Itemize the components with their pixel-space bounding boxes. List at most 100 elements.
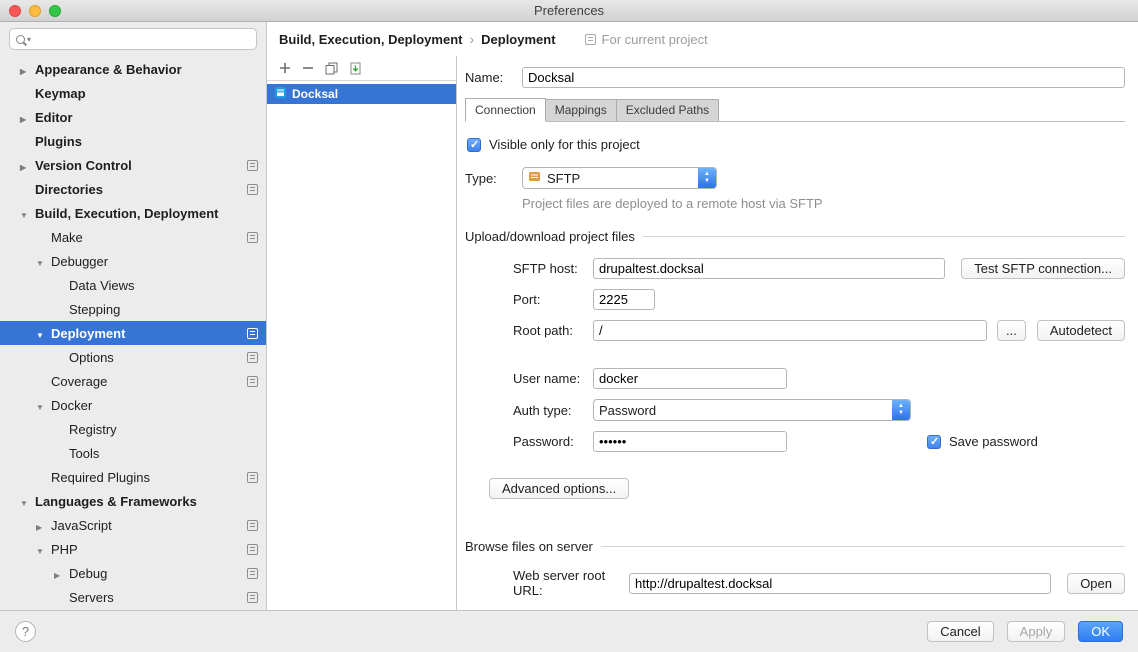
breadcrumb-separator: › bbox=[469, 31, 474, 47]
remove-server-button[interactable] bbox=[302, 62, 314, 74]
sidebar-item-tools[interactable]: Tools bbox=[0, 441, 266, 465]
use-as-default-button[interactable] bbox=[349, 62, 362, 75]
for-current-project-badge: For current project bbox=[585, 32, 708, 47]
chevron-right-icon[interactable] bbox=[54, 566, 69, 581]
sidebar-item-debug[interactable]: Debug bbox=[0, 561, 266, 585]
sidebar-item-plugins[interactable]: Plugins bbox=[0, 129, 266, 153]
deployment-settings-panel: Name: Connection Mappings Excluded Paths… bbox=[457, 56, 1138, 610]
save-password-checkbox[interactable] bbox=[927, 435, 941, 449]
breadcrumb: Build, Execution, Deployment › Deploymen… bbox=[267, 22, 1138, 56]
sidebar-item-php[interactable]: PHP bbox=[0, 537, 266, 561]
chevron-down-icon[interactable] bbox=[20, 206, 35, 221]
open-button[interactable]: Open bbox=[1067, 573, 1125, 594]
sidebar-item-appearance-behavior[interactable]: Appearance & Behavior bbox=[0, 57, 266, 81]
chevron-down-icon[interactable] bbox=[36, 254, 51, 269]
chevron-down-icon[interactable] bbox=[36, 326, 51, 341]
chevron-right-icon[interactable] bbox=[36, 518, 51, 533]
current-project-icon bbox=[247, 328, 258, 339]
settings-sidebar: Appearance & Behavior Keymap Editor Plug… bbox=[0, 22, 267, 610]
sidebar-item-languages-frameworks[interactable]: Languages & Frameworks bbox=[0, 489, 266, 513]
settings-search-box[interactable] bbox=[9, 28, 257, 50]
apply-button[interactable]: Apply bbox=[1007, 621, 1066, 642]
sftp-host-input[interactable] bbox=[593, 258, 945, 279]
advanced-options-button[interactable]: Advanced options... bbox=[489, 478, 629, 499]
search-options-caret-icon[interactable] bbox=[27, 35, 31, 44]
sidebar-item-options[interactable]: Options bbox=[0, 345, 266, 369]
type-hint: Project files are deployed to a remote h… bbox=[522, 196, 1125, 211]
tab-connection[interactable]: Connection bbox=[465, 98, 546, 122]
sidebar-item-data-views[interactable]: Data Views bbox=[0, 273, 266, 297]
search-icon bbox=[16, 35, 25, 44]
type-value: SFTP bbox=[547, 171, 580, 186]
add-server-button[interactable] bbox=[279, 62, 291, 74]
browse-root-path-button[interactable]: ... bbox=[997, 320, 1026, 341]
ok-button[interactable]: OK bbox=[1078, 621, 1123, 642]
title-bar: Preferences bbox=[0, 0, 1138, 22]
type-dropdown[interactable]: SFTP bbox=[522, 167, 717, 189]
sidebar-item-directories[interactable]: Directories bbox=[0, 177, 266, 201]
sidebar-item-coverage[interactable]: Coverage bbox=[0, 369, 266, 393]
tab-mappings[interactable]: Mappings bbox=[545, 99, 617, 122]
password-label: Password: bbox=[513, 434, 593, 449]
zoom-window-button[interactable] bbox=[49, 5, 61, 17]
minimize-window-button[interactable] bbox=[29, 5, 41, 17]
close-window-button[interactable] bbox=[9, 5, 21, 17]
tab-bar: Connection Mappings Excluded Paths bbox=[465, 100, 1125, 122]
sidebar-item-editor[interactable]: Editor bbox=[0, 105, 266, 129]
sidebar-item-javascript[interactable]: JavaScript bbox=[0, 513, 266, 537]
server-list-toolbar bbox=[267, 56, 456, 81]
chevron-right-icon[interactable] bbox=[20, 158, 35, 173]
port-input[interactable] bbox=[593, 289, 655, 310]
chevron-down-icon[interactable] bbox=[20, 494, 35, 509]
copy-server-button[interactable] bbox=[325, 62, 338, 75]
current-project-icon bbox=[247, 544, 258, 555]
current-project-icon bbox=[247, 472, 258, 483]
breadcrumb-deployment: Deployment bbox=[481, 32, 555, 47]
user-name-input[interactable] bbox=[593, 368, 787, 389]
upload-section-header: Upload/download project files bbox=[465, 229, 1125, 244]
sidebar-item-stepping[interactable]: Stepping bbox=[0, 297, 266, 321]
search-input[interactable] bbox=[33, 32, 250, 47]
test-sftp-connection-button[interactable]: Test SFTP connection... bbox=[961, 258, 1125, 279]
autodetect-button[interactable]: Autodetect bbox=[1037, 320, 1125, 341]
auth-type-value: Password bbox=[599, 403, 656, 418]
sidebar-item-build-execution-deployment[interactable]: Build, Execution, Deployment bbox=[0, 201, 266, 225]
chevron-down-icon[interactable] bbox=[36, 542, 51, 557]
server-list: Docksal bbox=[267, 81, 456, 610]
password-input[interactable] bbox=[593, 431, 787, 452]
root-path-input[interactable] bbox=[593, 320, 987, 341]
port-label: Port: bbox=[513, 292, 593, 307]
sidebar-item-keymap[interactable]: Keymap bbox=[0, 81, 266, 105]
chevron-right-icon[interactable] bbox=[20, 62, 35, 77]
sidebar-item-make[interactable]: Make bbox=[0, 225, 266, 249]
visible-only-checkbox[interactable] bbox=[467, 138, 481, 152]
name-label: Name: bbox=[465, 70, 514, 85]
user-name-label: User name: bbox=[513, 371, 593, 386]
save-password-label: Save password bbox=[949, 434, 1038, 449]
web-root-input[interactable] bbox=[629, 573, 1051, 594]
chevron-right-icon[interactable] bbox=[20, 110, 35, 125]
auth-type-dropdown[interactable]: Password bbox=[593, 399, 911, 421]
sidebar-item-docker[interactable]: Docker bbox=[0, 393, 266, 417]
current-project-icon bbox=[247, 352, 258, 363]
server-list-item-docksal[interactable]: Docksal bbox=[267, 84, 456, 104]
tab-excluded-paths[interactable]: Excluded Paths bbox=[616, 99, 719, 122]
sidebar-item-version-control[interactable]: Version Control bbox=[0, 153, 266, 177]
cancel-button[interactable]: Cancel bbox=[927, 621, 993, 642]
auth-type-label: Auth type: bbox=[513, 403, 593, 418]
preferences-window: Preferences Appearance & Behavior Keymap bbox=[0, 0, 1138, 652]
current-project-icon bbox=[247, 520, 258, 531]
browse-section-header: Browse files on server bbox=[465, 539, 1125, 554]
sidebar-item-servers[interactable]: Servers bbox=[0, 585, 266, 609]
current-project-icon bbox=[247, 232, 258, 243]
window-title: Preferences bbox=[534, 3, 604, 18]
sidebar-item-required-plugins[interactable]: Required Plugins bbox=[0, 465, 266, 489]
name-input[interactable] bbox=[522, 67, 1125, 88]
sidebar-item-deployment[interactable]: Deployment bbox=[0, 321, 266, 345]
dropdown-stepper-icon bbox=[892, 400, 910, 420]
sidebar-item-debugger[interactable]: Debugger bbox=[0, 249, 266, 273]
help-button[interactable]: ? bbox=[15, 621, 36, 642]
traffic-lights bbox=[9, 5, 61, 17]
sidebar-item-registry[interactable]: Registry bbox=[0, 417, 266, 441]
chevron-down-icon[interactable] bbox=[36, 398, 51, 413]
